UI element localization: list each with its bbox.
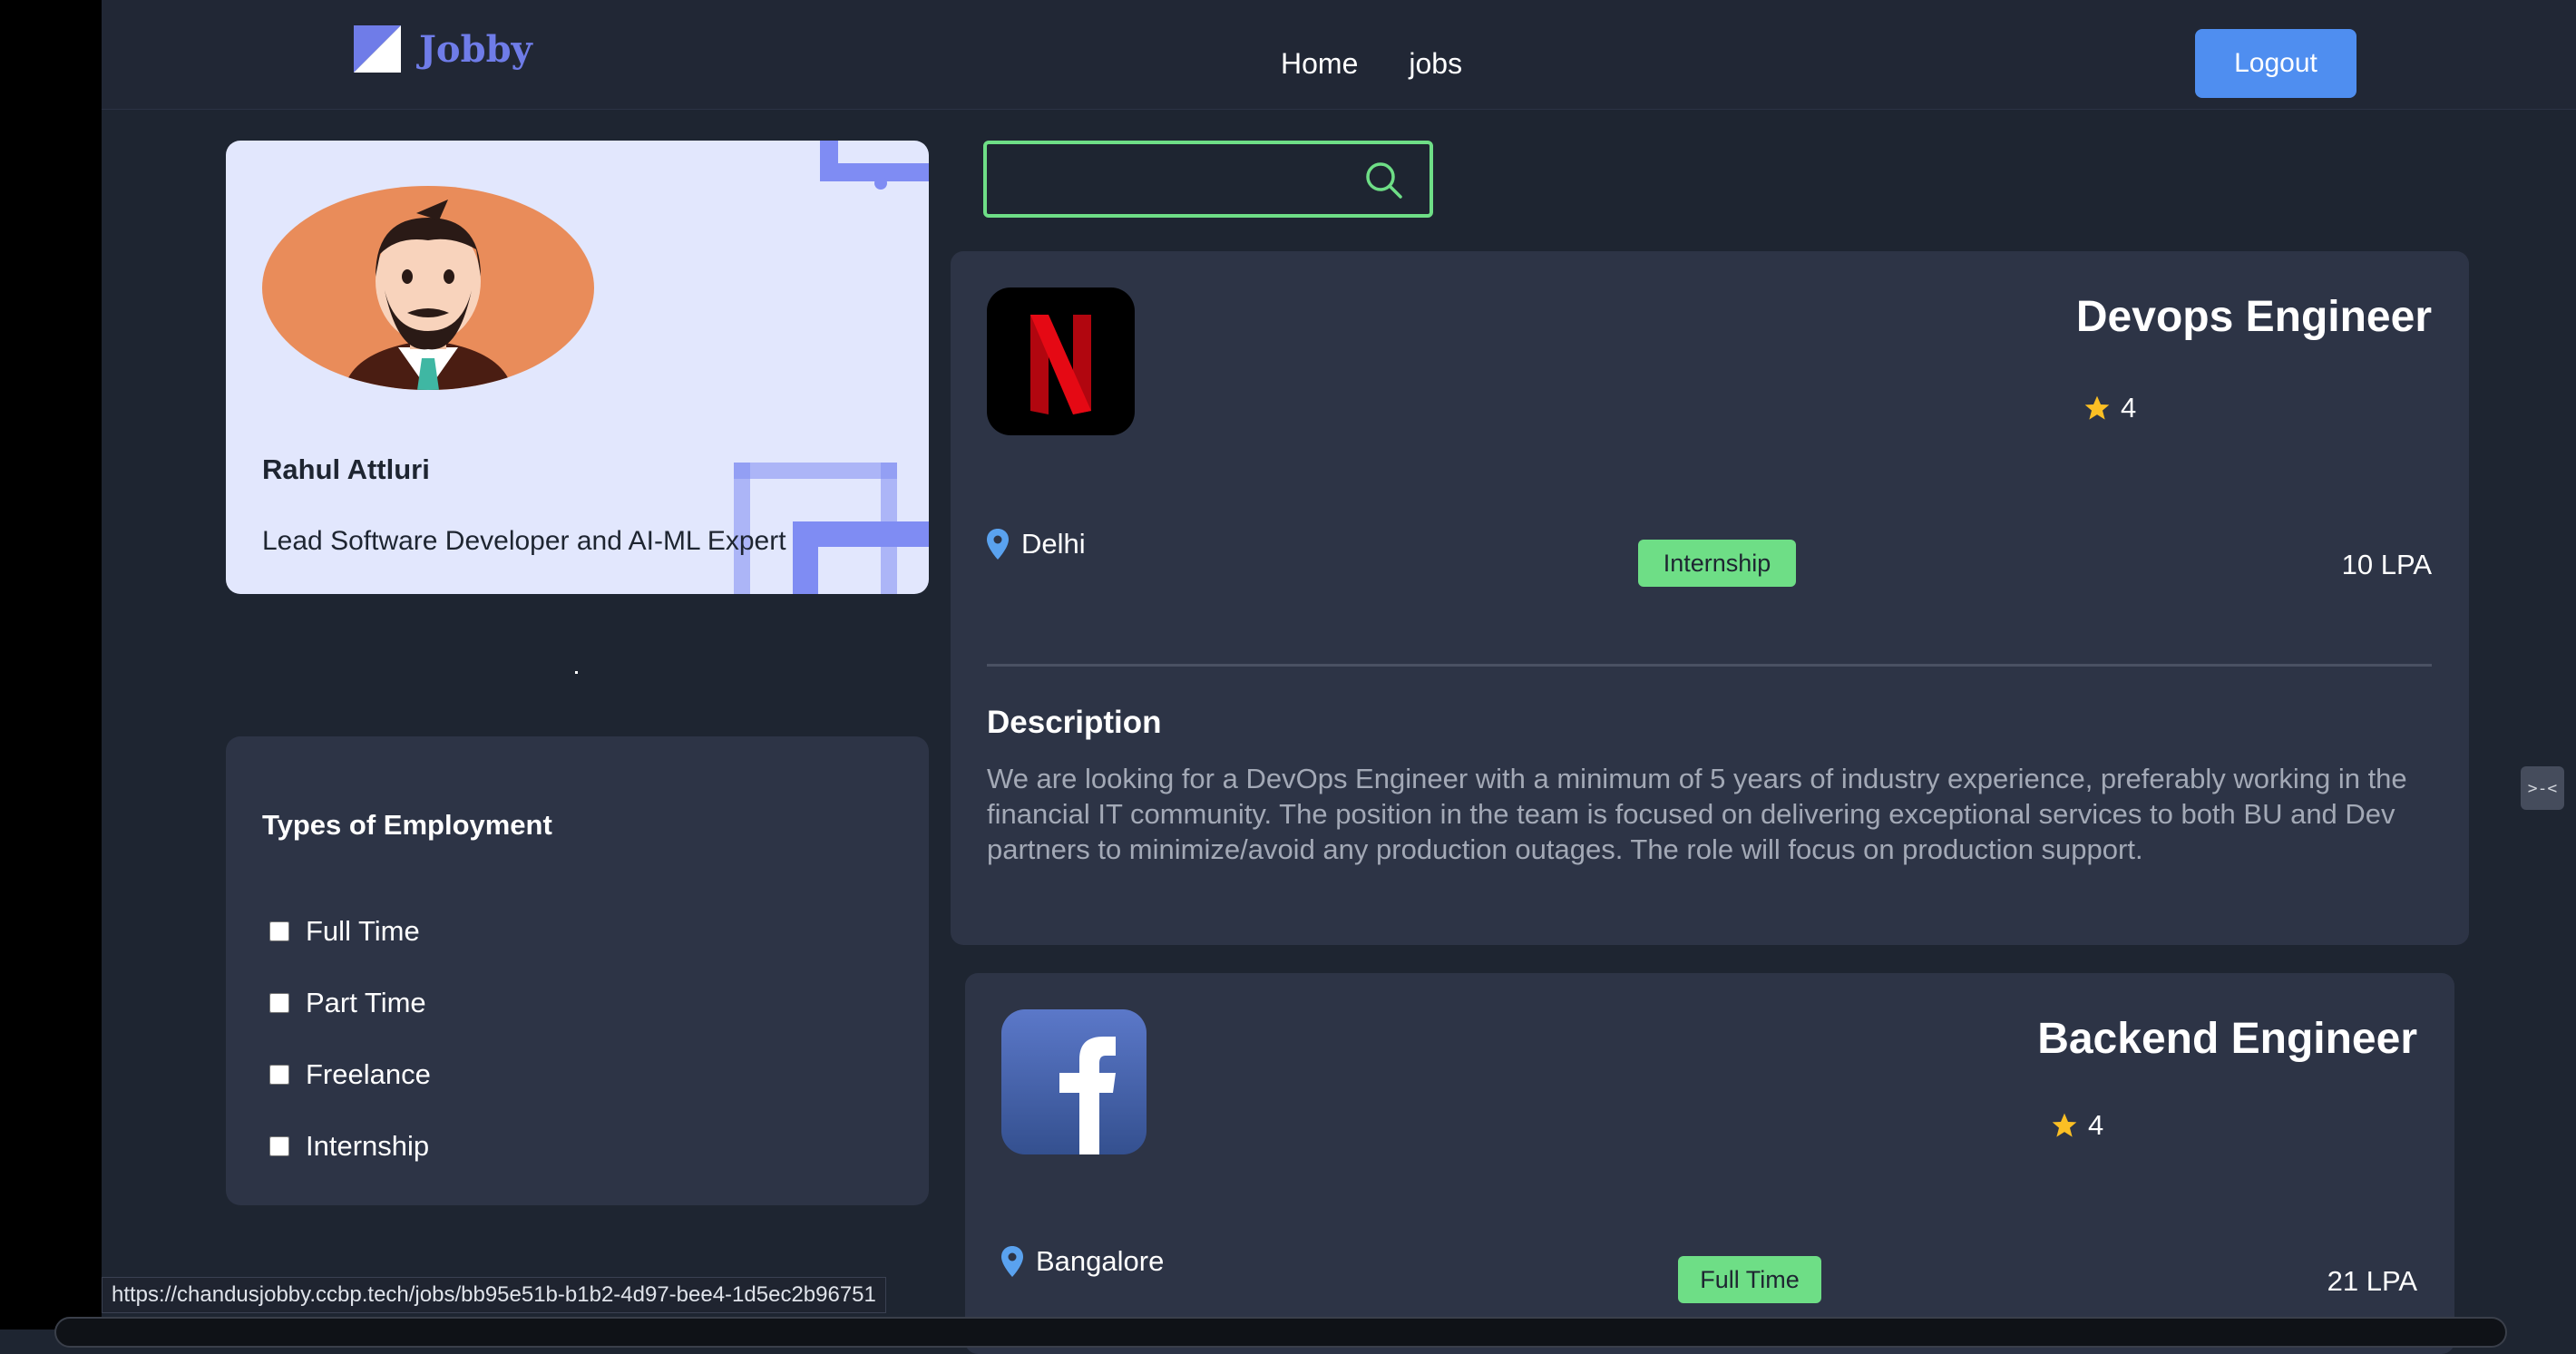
- filter-option-internship: Internship: [269, 1110, 431, 1182]
- brand-logo[interactable]: Jobby: [354, 25, 532, 73]
- internship-checkbox[interactable]: [269, 1135, 289, 1156]
- brand-name: Jobby: [419, 27, 532, 71]
- netflix-n-glyph: [1030, 315, 1091, 414]
- netflix-logo-icon: [987, 287, 1135, 435]
- job-card[interactable]: Devops Engineer 4 Delhi Internship 10 LP…: [951, 251, 2469, 945]
- employment-type-filter: Types of Employment Full Time Part Time …: [226, 736, 929, 1205]
- package-text: 21 LPA: [2327, 1265, 2417, 1297]
- filter-option-label[interactable]: Freelance: [306, 1058, 431, 1091]
- star-icon: [2052, 1113, 2077, 1137]
- profile-decoration: [793, 521, 818, 594]
- filter-option-label[interactable]: Internship: [306, 1130, 429, 1163]
- location-text: Bangalore: [1036, 1245, 1165, 1277]
- facebook-f-glyph: [1059, 1037, 1116, 1154]
- navbar: Jobby Home jobs Logout: [102, 0, 2576, 110]
- nav-link-jobs[interactable]: jobs: [1409, 47, 1462, 81]
- rating-value: 4: [2121, 392, 2137, 424]
- location-pin-icon: [1001, 1246, 1023, 1277]
- separator-dot: [575, 671, 578, 674]
- filter-option-label[interactable]: Full Time: [306, 915, 420, 948]
- star-icon: [2084, 395, 2110, 420]
- employment-type-badge: Internship: [1638, 540, 1796, 587]
- part-time-checkbox[interactable]: [269, 992, 289, 1013]
- profile-card: Rahul Attluri Lead Software Developer an…: [226, 141, 929, 594]
- nav-link-home[interactable]: Home: [1281, 47, 1358, 81]
- job-title: Backend Engineer: [2037, 1015, 2417, 1063]
- facebook-logo-icon: [1001, 1009, 1147, 1154]
- employment-type-badge: Full Time: [1678, 1256, 1821, 1303]
- nav-links: Home jobs: [1281, 47, 1462, 81]
- full-time-checkbox[interactable]: [269, 921, 289, 941]
- description-heading: Description: [987, 705, 1162, 740]
- package-text: 10 LPA: [2341, 549, 2432, 580]
- logout-button[interactable]: Logout: [2195, 29, 2356, 98]
- profile-decoration: [820, 163, 929, 181]
- freelance-checkbox[interactable]: [269, 1064, 289, 1085]
- rating-value: 4: [2088, 1109, 2104, 1141]
- job-location: Bangalore: [1001, 1245, 1164, 1278]
- search-input[interactable]: [987, 144, 1350, 214]
- status-bar-url: https://chandusjobby.ccbp.tech/jobs/bb95…: [102, 1277, 886, 1313]
- job-title: Devops Engineer: [2075, 293, 2432, 341]
- avatar: [262, 186, 594, 390]
- job-card[interactable]: Backend Engineer 4 Bangalore Full Time 2…: [965, 973, 2454, 1354]
- job-rating: 4: [2083, 392, 2136, 424]
- filter-option-part-time: Part Time: [269, 967, 431, 1038]
- card-divider: [987, 664, 2432, 667]
- side-panel-handle[interactable]: >-<: [2521, 766, 2564, 810]
- filter-heading: Types of Employment: [262, 809, 552, 841]
- profile-decoration: [874, 177, 887, 190]
- filter-option-label[interactable]: Part Time: [306, 987, 426, 1019]
- window-left-edge: [0, 0, 102, 1330]
- location-pin-icon: [987, 529, 1009, 560]
- profile-bio: Lead Software Developer and AI-ML Expert: [262, 526, 786, 556]
- filter-option-full-time: Full Time: [269, 895, 431, 967]
- filter-options: Full Time Part Time Freelance Internship: [269, 895, 431, 1182]
- avatar-illustration: [344, 200, 512, 390]
- filter-option-freelance: Freelance: [269, 1038, 431, 1110]
- job-rating: 4: [2050, 1109, 2103, 1142]
- job-location: Delhi: [987, 528, 1086, 560]
- search-icon[interactable]: [1364, 161, 1404, 200]
- window-bottom-edge: [54, 1317, 2507, 1348]
- location-text: Delhi: [1021, 528, 1086, 560]
- profile-decoration: [734, 463, 897, 479]
- description-text: We are looking for a DevOps Engineer wit…: [987, 763, 2407, 865]
- jobby-logo-icon: [354, 25, 401, 73]
- search-box: [983, 141, 1433, 218]
- profile-name: Rahul Attluri: [262, 453, 430, 485]
